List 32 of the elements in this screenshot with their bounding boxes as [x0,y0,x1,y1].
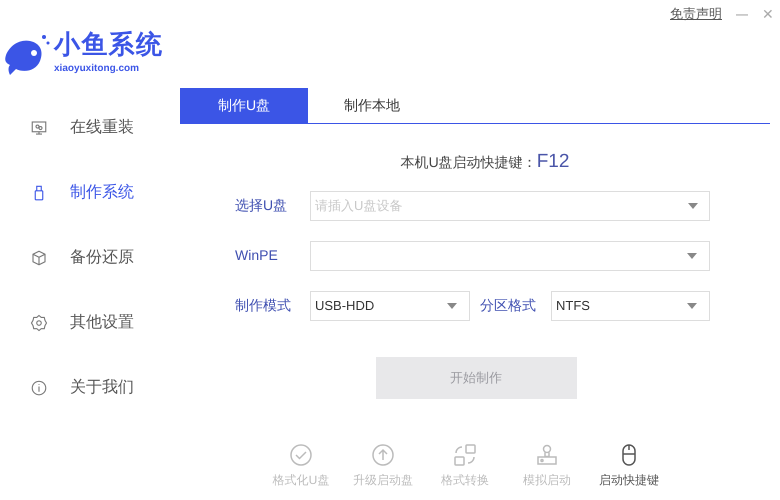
info-icon [30,378,48,396]
logo-name: 小鱼系统 [54,30,164,56]
dropdown-caret-icon [687,252,697,258]
sidebar-item[interactable]: 关于我们 [0,355,180,420]
winpe-label: WinPE [235,246,279,265]
mode-select[interactable]: USB-HDD [310,290,470,320]
dropdown-caret-icon [447,302,457,308]
dropdown-caret-icon [687,302,697,308]
stamp-icon [535,442,559,466]
minimize-button[interactable]: — [736,4,748,24]
convert-icon [453,442,477,466]
dropdown-caret-icon [688,202,698,208]
usb-label: 选择U盘 [235,196,288,215]
hotkey-label: 本机U盘启动快捷键： [400,153,537,172]
up-arrow-circle-icon [371,442,395,466]
tool-button[interactable]: 启动快捷键 [597,442,661,488]
winpe-select[interactable] [310,240,710,270]
tab[interactable]: 制作U盘 [180,88,308,123]
partition-select[interactable]: NTFS [551,290,710,320]
settings-icon [30,314,48,332]
logo-domain: xiaoyuxitong.com [54,62,140,76]
check-circle-icon [289,442,313,466]
sidebar-item[interactable]: 在线重装 [0,95,180,160]
sidebar-item[interactable]: 备份还原 [0,225,180,290]
box-icon [30,248,48,266]
partition-label: 分区格式 [479,296,537,315]
mode-label: 制作模式 [235,296,292,315]
sidebar-item[interactable]: 制作系统 [0,160,180,225]
sidebar-item[interactable]: 其他设置 [0,290,180,355]
monitor-icon [30,118,48,136]
hotkey-value: F12 [536,150,570,174]
disclaimer-link[interactable]: 免责声明 [670,4,722,24]
